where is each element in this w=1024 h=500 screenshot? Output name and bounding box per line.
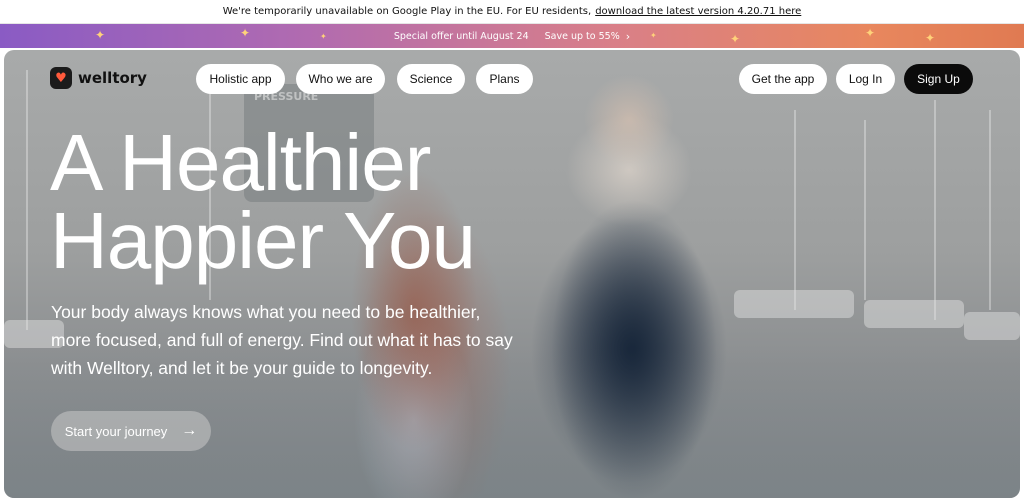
hero-subtext: Your body always knows what you need to … (51, 302, 513, 378)
sparkle-icon: ✦ (240, 26, 251, 40)
arrow-right-icon: → (181, 422, 198, 439)
hero-headline: A Healthier Happier You (50, 118, 476, 285)
login-button[interactable]: Log In (836, 64, 895, 94)
nav-link-holistic-app[interactable]: Holistic app (196, 64, 285, 94)
sparkle-icon: ✦ (320, 32, 327, 41)
signup-button[interactable]: Sign Up (904, 64, 973, 94)
headline-line-2: Happier You (50, 196, 476, 285)
nav-link-science[interactable]: Science (397, 64, 465, 94)
get-the-app-button[interactable]: Get the app (739, 64, 827, 94)
nav-link-who-we-are[interactable]: Who we are (296, 64, 385, 94)
main-navigation: ♥ welltory Holistic app Who we are Scien… (4, 50, 1020, 106)
sparkle-icon: ✦ (95, 28, 106, 42)
sparkle-icon: ✦ (730, 32, 741, 46)
chevron-right-icon: › (625, 29, 631, 43)
promo-offer-text: Special offer until August 24 (393, 30, 529, 42)
eu-notice-text: We're temporarily unavailable on Google … (222, 6, 592, 17)
download-version-link[interactable]: download the latest version 4.20.71 here (595, 6, 801, 17)
nav-link-plans[interactable]: Plans (476, 64, 533, 94)
brand-name: welltory (78, 69, 147, 87)
start-journey-label: Start your journey (64, 423, 168, 439)
heart-logo-icon: ♥ (50, 67, 72, 89)
headline-line-1: A Healthier (50, 118, 431, 207)
hero-section: PRESSURE ♥ welltory Holistic app Who we … (4, 50, 1020, 498)
eu-notice-bar: We're temporarily unavailable on Google … (0, 0, 1024, 24)
promo-save-text[interactable]: Save up to 55% (545, 31, 620, 42)
sparkle-icon: ✦ (925, 31, 936, 45)
start-journey-button[interactable]: Start your journey → (51, 411, 211, 451)
promo-banner[interactable]: ✦ ✦ ✦ ✦ ✦ ✦ ✦ Special offer until August… (0, 24, 1024, 48)
sparkle-icon: ✦ (650, 31, 657, 40)
sparkle-icon: ✦ (865, 26, 876, 40)
brand-logo[interactable]: ♥ welltory (50, 67, 147, 89)
